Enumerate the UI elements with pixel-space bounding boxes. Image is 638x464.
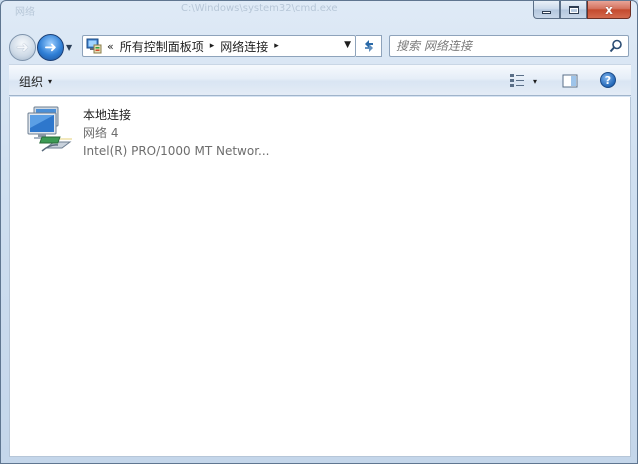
preview-pane-button[interactable] bbox=[562, 73, 578, 92]
help-button[interactable]: ? bbox=[600, 72, 616, 88]
connections-list: 本地连接 网络 4 Intel(R) PRO/1000 MT Networ... bbox=[9, 97, 631, 457]
help-icon: ? bbox=[604, 73, 612, 87]
breadcrumb-network-connections[interactable]: 网络连接 bbox=[220, 38, 268, 55]
minimize-icon bbox=[542, 10, 551, 14]
title-ghost-left: 网络 bbox=[15, 7, 35, 18]
command-bar: 组织 ▾ ▾ ? bbox=[9, 64, 631, 96]
forward-button[interactable]: ➜ bbox=[37, 33, 64, 61]
title-ghost: C:\Windows\system32\cmd.exe bbox=[181, 3, 338, 14]
control-panel-icon bbox=[86, 38, 102, 54]
back-arrow-icon: ➜ bbox=[16, 37, 29, 56]
view-options-icon bbox=[510, 74, 524, 87]
address-overflow-button[interactable]: « bbox=[107, 40, 114, 53]
connection-name: 本地连接 bbox=[83, 108, 132, 122]
change-view-button[interactable]: ▾ bbox=[509, 73, 537, 89]
network-adapter-icon bbox=[27, 106, 72, 152]
search-box[interactable] bbox=[389, 35, 629, 57]
breadcrumb-separator-icon[interactable]: ▸ bbox=[274, 41, 279, 51]
recent-pages-dropdown[interactable]: ▼ bbox=[66, 43, 76, 52]
organize-button[interactable]: 组织 ▾ bbox=[19, 73, 52, 90]
chevron-down-icon: ▾ bbox=[48, 77, 53, 86]
chevron-down-icon[interactable]: ▾ bbox=[533, 77, 537, 86]
organize-label: 组织 bbox=[19, 75, 44, 89]
connection-details: 本地连接 网络 4 Intel(R) PRO/1000 MT Networ... bbox=[83, 106, 270, 160]
navigation-buttons: ➜ ➜ ▼ bbox=[9, 32, 76, 62]
search-icon bbox=[609, 39, 622, 53]
maximize-button[interactable] bbox=[560, 1, 587, 19]
refresh-icon bbox=[364, 40, 373, 52]
connection-device: Intel(R) PRO/1000 MT Networ... bbox=[83, 144, 270, 158]
connection-network: 网络 4 bbox=[83, 126, 119, 140]
refresh-button[interactable] bbox=[356, 35, 382, 57]
minimize-button[interactable] bbox=[533, 1, 560, 19]
forward-arrow-icon: ➜ bbox=[44, 37, 57, 56]
address-history-dropdown[interactable]: ▼ bbox=[344, 40, 351, 50]
breadcrumb: 所有控制面板项 ▸ 网络连接 ▸ bbox=[120, 38, 285, 55]
search-input[interactable] bbox=[396, 39, 596, 53]
close-icon: x bbox=[605, 2, 613, 17]
back-button[interactable]: ➜ bbox=[9, 33, 36, 61]
close-button[interactable]: x bbox=[587, 1, 631, 19]
maximize-icon bbox=[568, 5, 579, 14]
list-item[interactable]: 本地连接 网络 4 Intel(R) PRO/1000 MT Networ... bbox=[24, 104, 270, 160]
breadcrumb-separator-icon[interactable]: ▸ bbox=[210, 41, 215, 51]
preview-pane-icon bbox=[562, 74, 578, 88]
breadcrumb-control-panel[interactable]: 所有控制面板项 bbox=[120, 38, 204, 55]
caption-buttons: x bbox=[533, 1, 631, 19]
explorer-window: 网络 C:\Windows\system32\cmd.exe x ➜ ➜ ▼ «… bbox=[0, 0, 638, 464]
address-bar[interactable]: « 所有控制面板项 ▸ 网络连接 ▸ ▼ bbox=[82, 35, 356, 57]
